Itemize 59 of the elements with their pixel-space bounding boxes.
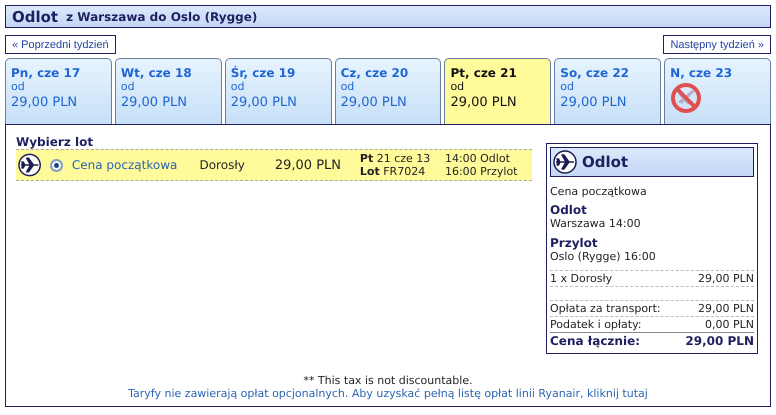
- day-label: Cz, cze 20: [340, 66, 408, 80]
- from-label: od: [120, 80, 135, 93]
- previous-week-button[interactable]: « Poprzedni tydzień: [5, 35, 116, 54]
- price-label: Cena łącznie:: [550, 334, 640, 348]
- section-heading: Wybierz lot: [16, 135, 94, 149]
- fees-link[interactable]: Taryfy nie zawierają opłat opcjonalnych. Aby uzyskać pełną listę opłat linii Ryanair, kliknij tutaj: [128, 387, 648, 400]
- departure-time: 14:00 Odlot: [444, 152, 511, 165]
- from-label: od: [450, 80, 464, 93]
- from-label: od: [11, 80, 25, 93]
- from-label: od: [340, 80, 354, 93]
- departure-info: Warszawa 14:00: [550, 217, 642, 230]
- day-price: 29,00 PLN: [450, 95, 517, 110]
- no-flights-icon: [670, 82, 702, 114]
- day-tab[interactable]: Pt, cze 21 od 29,00 PLN: [444, 58, 552, 124]
- price-label: Opłata za transport:: [550, 302, 661, 315]
- plane-icon: [18, 153, 42, 177]
- day-label: Śr, cze 19: [230, 66, 296, 80]
- arrival-time: 16:00 Przylot: [444, 165, 518, 178]
- day-label: So, cze 22: [560, 66, 630, 80]
- price-value: 29,00 PLN: [685, 334, 754, 348]
- price-value: 0,00 PLN: [705, 318, 754, 331]
- next-week-button[interactable]: Następny tydzień »: [663, 35, 771, 54]
- departure-label: Odlot: [550, 203, 588, 217]
- day-tab[interactable]: So, cze 22 od 29,00 PLN: [554, 58, 662, 124]
- price-label: Podatek i opłaty:: [550, 318, 642, 331]
- price-value: 29,00 PLN: [698, 302, 754, 315]
- flight-date: Pt 21 cze 13: [360, 152, 432, 165]
- tax-note: ** This tax is not discountable.: [303, 374, 473, 387]
- day-tab[interactable]: N, cze 23: [664, 58, 772, 124]
- arrival-info: Oslo (Rygge) 16:00: [550, 250, 657, 263]
- radio-button[interactable]: [50, 158, 63, 172]
- price-value: 29,00 PLN: [698, 272, 754, 285]
- fare-link[interactable]: Cena początkowa: [72, 158, 200, 172]
- summary-title: Odlot: [582, 153, 628, 171]
- passenger-type: Dorosły: [199, 158, 246, 172]
- day-price: 29,00 PLN: [340, 95, 407, 110]
- page-title: Odlot: [12, 8, 58, 26]
- day-label: Pn, cze 17: [11, 66, 80, 80]
- day-tab[interactable]: Cz, cze 20 od 29,00 PLN: [334, 58, 442, 124]
- fare-name: Cena początkowa: [550, 185, 648, 198]
- route-text: z Warszawa do Oslo (Rygge): [66, 10, 258, 24]
- from-label: od: [560, 80, 574, 93]
- flight-price: 29,00 PLN: [274, 158, 342, 172]
- from-label: od: [230, 80, 244, 93]
- arrival-label: Przylot: [550, 236, 599, 250]
- day-tab[interactable]: Pn, cze 17 od 29,00 PLN: [5, 58, 112, 124]
- day-tab[interactable]: Wt, cze 18 od 29,00 PLN: [114, 58, 222, 124]
- day-tab[interactable]: Śr, cze 19 od 29,00 PLN: [224, 58, 332, 124]
- day-label: Pt, cze 21: [450, 66, 517, 80]
- flight-number: Lot FR7024: [360, 165, 426, 178]
- day-label: Wt, cze 18: [120, 66, 192, 80]
- plane-icon: [553, 150, 577, 174]
- day-price: 29,00 PLN: [560, 95, 626, 110]
- day-price: 29,00 PLN: [120, 95, 188, 110]
- day-price: 29,00 PLN: [11, 95, 78, 110]
- price-label: 1 x Dorosły: [550, 272, 612, 285]
- flight-row[interactable]: Cena początkowa Dorosły 29,00 PLN Pt 21 cze 13 Lot FR7024 14:00 Odlot 16:00 Przylot: [16, 149, 532, 181]
- day-price: 29,00 PLN: [230, 95, 297, 110]
- day-label: N, cze 23: [670, 66, 732, 80]
